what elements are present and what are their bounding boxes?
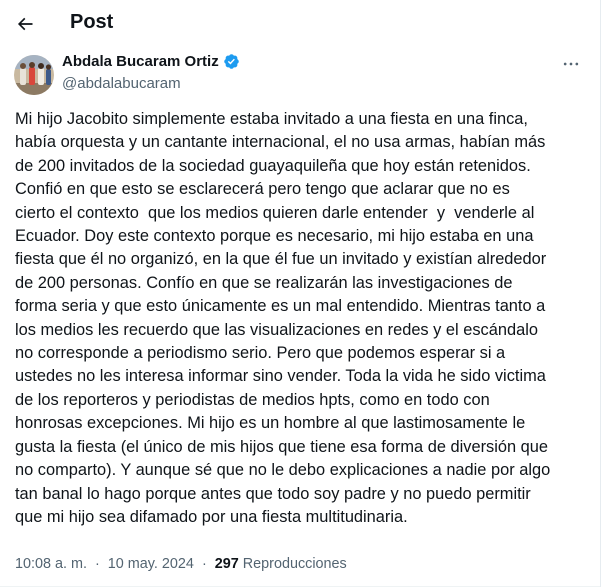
post-meta: 10:08 a. m. · 10 may. 2024 · 297 Reprodu…	[15, 556, 347, 572]
verified-badge-icon	[223, 54, 239, 69]
more-options-icon	[563, 62, 579, 66]
author-name-text: Abdala Bucaram Ortiz	[62, 53, 219, 70]
back-button[interactable]	[8, 7, 42, 41]
page-title: Post	[70, 11, 114, 33]
post-text: Mi hijo Jacobito simplemente estaba invi…	[15, 110, 551, 526]
more-options-button[interactable]	[556, 52, 586, 76]
views[interactable]: 297 Reproducciones	[215, 556, 347, 572]
avatar[interactable]	[14, 55, 54, 95]
post-date[interactable]: 10 may. 2024	[108, 556, 194, 572]
meta-separator: ·	[201, 556, 207, 572]
views-label: Reproducciones	[242, 556, 347, 572]
post-time[interactable]: 10:08 a. m.	[15, 556, 87, 572]
author-handle[interactable]: @abdalabucaram	[62, 75, 181, 92]
author-name[interactable]: Abdala Bucaram Ortiz	[62, 53, 240, 70]
meta-separator: ·	[95, 556, 100, 572]
back-arrow-icon	[17, 17, 33, 31]
top-bar: Post	[0, 0, 600, 50]
post-page: Post Abdala Bucaram Ortiz @abdalabucaram	[0, 0, 601, 587]
views-count: 297	[214, 556, 239, 572]
